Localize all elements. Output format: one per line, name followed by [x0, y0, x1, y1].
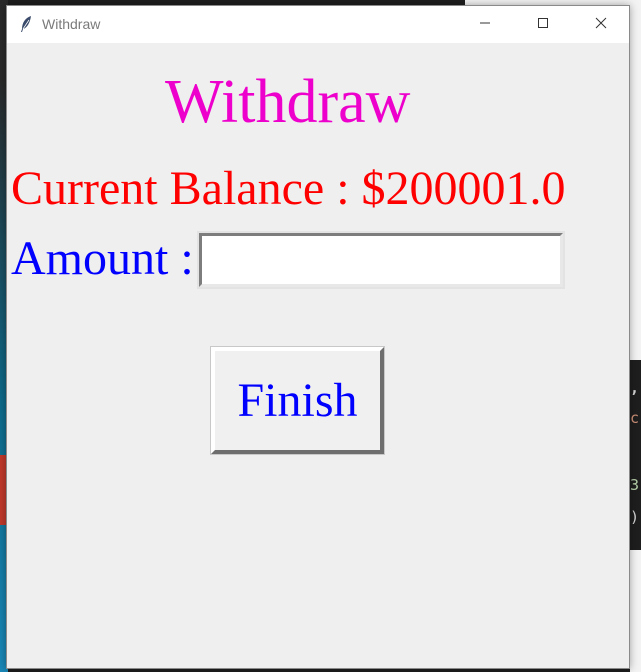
- background-editor-right: [630, 0, 641, 672]
- background-code-line: ,: [630, 379, 640, 397]
- page-title: Withdraw: [165, 68, 411, 136]
- background-code-line: 3: [630, 476, 640, 494]
- close-icon: [595, 16, 607, 34]
- withdraw-window: Withdraw Withdraw Current Balance : $200…: [6, 5, 630, 669]
- background-code-line: ): [630, 508, 640, 526]
- maximize-button[interactable]: [514, 6, 572, 43]
- background-code-line: c: [630, 409, 640, 427]
- finish-button[interactable]: Finish: [210, 346, 385, 455]
- window-title: Withdraw: [42, 16, 101, 32]
- title-bar[interactable]: Withdraw: [7, 6, 629, 43]
- minimize-icon: [479, 16, 491, 34]
- maximize-icon: [537, 16, 549, 34]
- amount-label: Amount :: [11, 232, 194, 285]
- current-balance-text: Current Balance : $200001.0: [11, 162, 566, 215]
- amount-input[interactable]: [197, 231, 565, 289]
- minimize-button[interactable]: [456, 6, 514, 43]
- close-button[interactable]: [572, 6, 630, 43]
- feather-icon: [19, 15, 33, 33]
- finish-button-label: Finish: [237, 374, 358, 427]
- withdraw-form: Withdraw Current Balance : $200001.0 Amo…: [7, 43, 629, 668]
